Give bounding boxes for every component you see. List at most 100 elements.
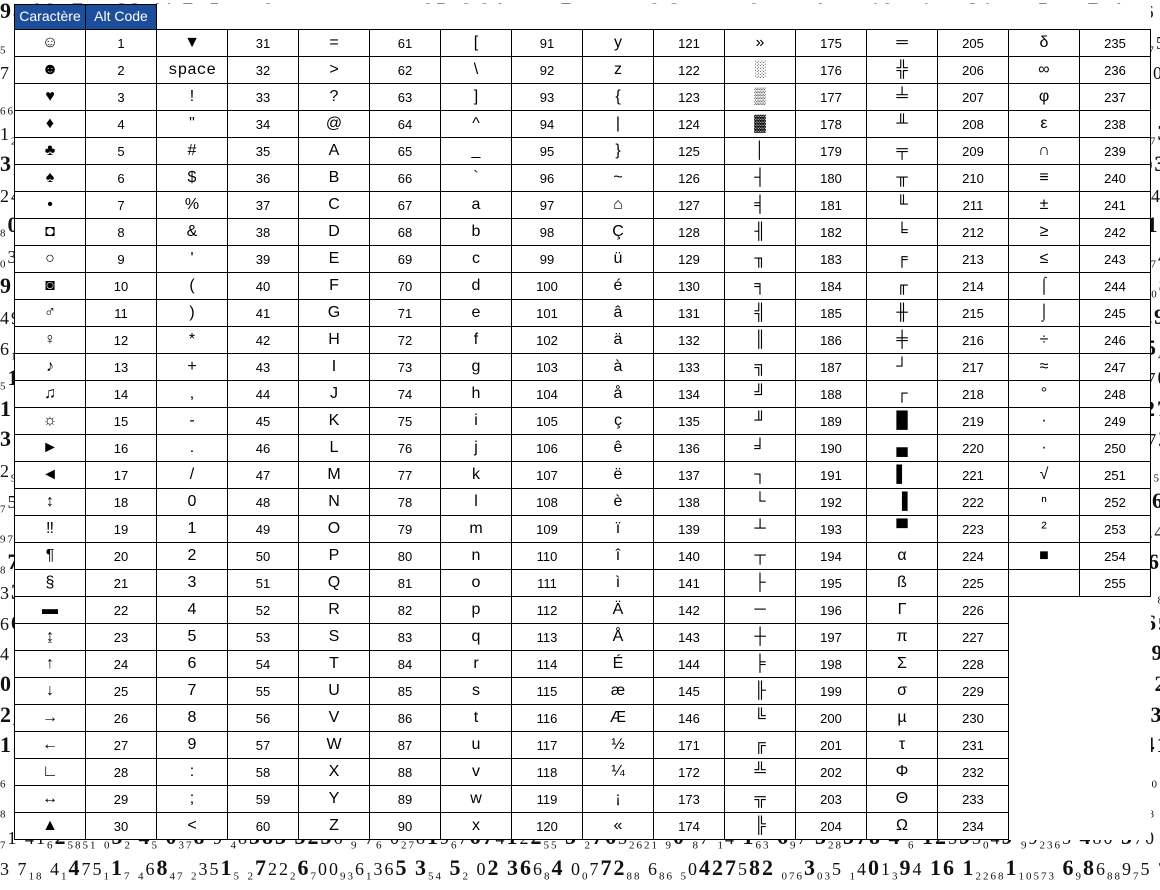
- char-cell: à: [583, 354, 654, 381]
- char-cell: N: [299, 489, 370, 516]
- char-cell: ╝: [725, 381, 796, 408]
- code-cell: 245: [1080, 300, 1151, 327]
- char-cell: Ä: [583, 597, 654, 624]
- char-cell: H: [299, 327, 370, 354]
- code-cell: 13: [86, 354, 157, 381]
- char-cell: ┴: [725, 516, 796, 543]
- code-cell: 40: [228, 273, 299, 300]
- char-cell: ▒: [725, 84, 796, 111]
- code-cell: 246: [1080, 327, 1151, 354]
- code-cell: 146: [654, 705, 725, 732]
- code-cell: 178: [796, 111, 867, 138]
- char-cell: C: [299, 192, 370, 219]
- code-cell: 227: [938, 624, 1009, 651]
- code-cell: 199: [796, 678, 867, 705]
- code-cell: 212: [938, 219, 1009, 246]
- code-cell: 116: [512, 705, 583, 732]
- char-cell: ♣: [15, 138, 86, 165]
- char-cell: ∞: [1009, 57, 1080, 84]
- char-cell: ◙: [15, 273, 86, 300]
- code-cell: 236: [1080, 57, 1151, 84]
- char-cell: 1: [157, 516, 228, 543]
- char-cell: =: [299, 30, 370, 57]
- char-cell: ╡: [725, 192, 796, 219]
- char-cell: ▲: [15, 813, 86, 840]
- code-cell: 239: [1080, 138, 1151, 165]
- char-cell: 6: [157, 651, 228, 678]
- char-cell: ≈: [1009, 354, 1080, 381]
- char-cell: q: [441, 624, 512, 651]
- char-cell: w: [441, 786, 512, 813]
- char-cell: ⁿ: [1009, 489, 1080, 516]
- char-cell: ╧: [867, 84, 938, 111]
- code-cell: 250: [1080, 435, 1151, 462]
- char-cell: Æ: [583, 705, 654, 732]
- code-cell: 22: [86, 597, 157, 624]
- code-cell: 52: [228, 597, 299, 624]
- char-cell: ☺: [15, 30, 86, 57]
- char-cell: #: [157, 138, 228, 165]
- code-cell: 231: [938, 732, 1009, 759]
- alt-code-table: Caractère Alt Code ☺1▼31=61[91y121»175═2…: [14, 4, 1151, 840]
- char-cell: ╨: [867, 111, 938, 138]
- code-cell: 29: [86, 786, 157, 813]
- char-cell: E: [299, 246, 370, 273]
- code-cell: 37: [228, 192, 299, 219]
- char-cell: °: [1009, 381, 1080, 408]
- code-cell: 86: [370, 705, 441, 732]
- char-cell: Ç: [583, 219, 654, 246]
- code-cell: 33: [228, 84, 299, 111]
- char-cell: m: [441, 516, 512, 543]
- char-cell: 2: [157, 543, 228, 570]
- code-cell: 209: [938, 138, 1009, 165]
- code-cell: 56: [228, 705, 299, 732]
- code-cell: 214: [938, 273, 1009, 300]
- code-cell: 95: [512, 138, 583, 165]
- char-cell: ╬: [867, 57, 938, 84]
- code-cell: 136: [654, 435, 725, 462]
- char-cell: ↔: [15, 786, 86, 813]
- char-cell: «: [583, 813, 654, 840]
- char-cell: n: [441, 543, 512, 570]
- char-cell: ▄: [867, 435, 938, 462]
- char-cell: +: [157, 354, 228, 381]
- char-cell: 3: [157, 570, 228, 597]
- code-cell: 222: [938, 489, 1009, 516]
- code-cell: 107: [512, 462, 583, 489]
- code-cell: 215: [938, 300, 1009, 327]
- code-cell: 42: [228, 327, 299, 354]
- char-cell: f: [441, 327, 512, 354]
- code-cell: 91: [512, 30, 583, 57]
- code-cell: 197: [796, 624, 867, 651]
- code-cell: 15: [86, 408, 157, 435]
- code-cell: 175: [796, 30, 867, 57]
- char-cell: ¼: [583, 759, 654, 786]
- char-cell: ): [157, 300, 228, 327]
- char-cell: ☻: [15, 57, 86, 84]
- char-cell: J: [299, 381, 370, 408]
- char-cell: $: [157, 165, 228, 192]
- char-cell: d: [441, 273, 512, 300]
- header-code: Alt Code: [86, 5, 157, 30]
- char-cell: t: [441, 705, 512, 732]
- char-cell: ╣: [725, 300, 796, 327]
- code-cell: 220: [938, 435, 1009, 462]
- table-row: ♪13+43I73g103à133╗187┘217≈247: [15, 354, 1151, 381]
- char-cell: ß: [867, 570, 938, 597]
- code-cell: 205: [938, 30, 1009, 57]
- code-cell: 255: [1080, 570, 1151, 597]
- char-cell: ╘: [867, 219, 938, 246]
- code-cell: 25: [86, 678, 157, 705]
- code-cell: 30: [86, 813, 157, 840]
- char-cell: ä: [583, 327, 654, 354]
- char-cell: ╔: [725, 732, 796, 759]
- alt-code-table-wrap: Caractère Alt Code ☺1▼31=61[91y121»175═2…: [14, 4, 1151, 840]
- code-cell: 43: [228, 354, 299, 381]
- char-cell: ╛: [725, 435, 796, 462]
- code-cell: 216: [938, 327, 1009, 354]
- code-cell: 254: [1080, 543, 1151, 570]
- code-cell: 112: [512, 597, 583, 624]
- code-cell: 113: [512, 624, 583, 651]
- table-row: ←27957W87u117½171╔201τ231: [15, 732, 1151, 759]
- char-cell: ╒: [867, 246, 938, 273]
